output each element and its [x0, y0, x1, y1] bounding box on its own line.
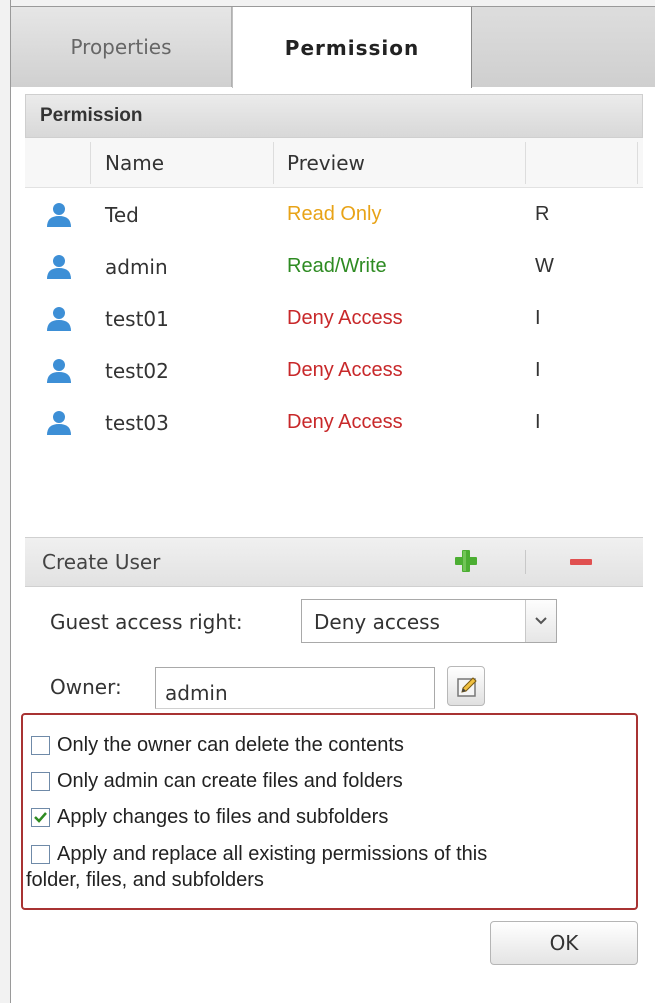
option-label: Apply and replace all existing permissio…: [57, 843, 488, 865]
user-permission[interactable]: W: [535, 255, 554, 278]
window-left-edge: [0, 0, 11, 1003]
option-apply-changes[interactable]: Apply changes to files and subfolders: [31, 804, 388, 834]
window-top-edge: [0, 0, 655, 7]
guest-access-value: Deny access: [314, 610, 440, 634]
guest-access-label: Guest access right:: [50, 610, 243, 634]
admin-create-checkbox[interactable]: [31, 772, 50, 791]
column-header-preview[interactable]: Preview: [287, 151, 365, 175]
user-permission[interactable]: I: [535, 411, 541, 434]
user-icon: [47, 255, 71, 279]
column-header-name[interactable]: Name: [105, 151, 164, 175]
table-row[interactable]: admin Read/Write W: [25, 243, 643, 295]
minus-icon[interactable]: [568, 551, 594, 573]
tab-bar-filler: [472, 7, 655, 87]
user-permission[interactable]: I: [535, 359, 541, 382]
option-admin-create[interactable]: Only admin can create files and folders: [31, 768, 403, 798]
user-name: test03: [105, 411, 169, 435]
table-row[interactable]: test02 Deny Access I: [25, 347, 643, 399]
owner-label: Owner:: [50, 675, 122, 699]
column-separator: [637, 142, 638, 184]
ok-button[interactable]: OK: [490, 921, 638, 965]
apply-changes-checkbox[interactable]: [31, 808, 50, 827]
table-header: Name Preview: [25, 138, 643, 188]
tab-bar: Properties Permission: [11, 7, 655, 88]
user-preview: Read/Write: [287, 255, 387, 277]
check-icon: [34, 812, 47, 823]
plus-icon[interactable]: [453, 548, 479, 574]
edit-icon[interactable]: [447, 666, 485, 706]
create-user-label: Create User: [42, 550, 161, 574]
guest-access-select[interactable]: Deny access: [301, 599, 557, 643]
option-label-continuation: folder, files, and subfolders: [26, 869, 264, 891]
option-label: Only the owner can delete the contents: [57, 734, 404, 756]
user-icon: [47, 203, 71, 227]
table-row[interactable]: test03 Deny Access I: [25, 399, 643, 451]
table-row[interactable]: test01 Deny Access I: [25, 295, 643, 347]
owner-input[interactable]: [155, 667, 435, 709]
option-label: Apply changes to files and subfolders: [57, 806, 389, 828]
user-name: test02: [105, 359, 169, 383]
column-separator: [525, 142, 526, 184]
column-separator: [90, 142, 91, 184]
user-icon: [47, 307, 71, 331]
create-user-bar: Create User: [25, 537, 643, 587]
user-permission[interactable]: R: [535, 203, 549, 226]
option-owner-delete[interactable]: Only the owner can delete the contents: [31, 732, 404, 762]
section-title: Permission: [25, 94, 643, 138]
user-icon: [47, 411, 71, 435]
user-name: test01: [105, 307, 169, 331]
user-name: admin: [105, 255, 168, 279]
chevron-down-icon[interactable]: [525, 600, 556, 642]
user-preview: Deny Access: [287, 307, 403, 329]
user-preview: Deny Access: [287, 411, 403, 433]
option-label: Only admin can create files and folders: [57, 770, 403, 792]
user-icon: [47, 359, 71, 383]
tab-permission[interactable]: Permission: [232, 7, 472, 88]
permission-dialog: Properties Permission Permission Name Pr…: [0, 0, 655, 1003]
table-row[interactable]: Ted Read Only R: [25, 191, 643, 243]
user-preview: Read Only: [287, 203, 382, 225]
user-name: Ted: [105, 203, 139, 227]
option-apply-replace[interactable]: Apply and replace all existing permissio…: [31, 841, 487, 871]
user-preview: Deny Access: [287, 359, 403, 381]
user-permission[interactable]: I: [535, 307, 541, 330]
column-separator: [273, 142, 274, 184]
toolbar-divider: [525, 550, 526, 574]
apply-replace-checkbox[interactable]: [31, 845, 50, 864]
owner-delete-checkbox[interactable]: [31, 736, 50, 755]
tab-properties[interactable]: Properties: [11, 7, 232, 87]
